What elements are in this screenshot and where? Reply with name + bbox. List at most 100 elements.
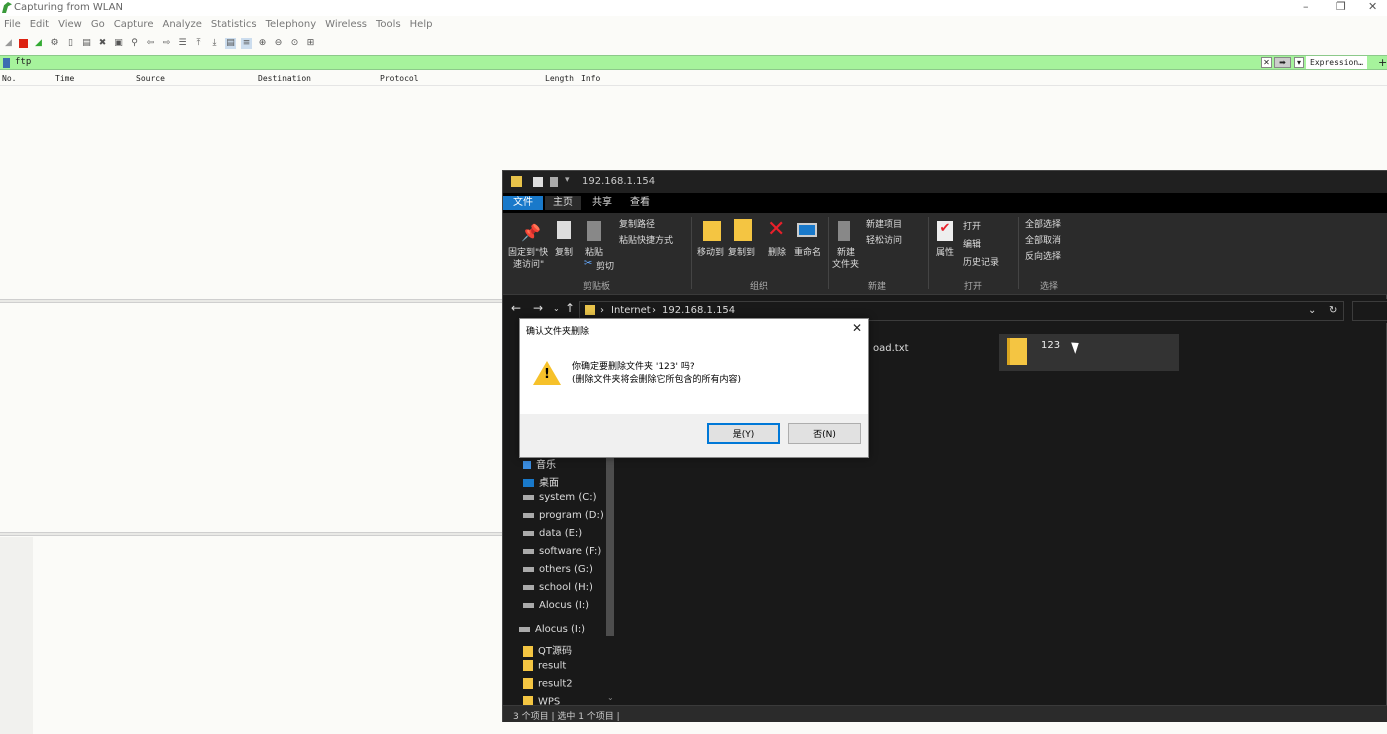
scroll-down-icon[interactable]: ⌄ — [607, 693, 614, 702]
display-filter-input[interactable]: ftp — [15, 57, 31, 67]
breadcrumb-host[interactable]: 192.168.1.154 — [662, 305, 735, 316]
menu-go[interactable]: Go — [91, 17, 105, 33]
edit-button[interactable]: 编辑 — [963, 239, 981, 251]
menu-telephony[interactable]: Telephony — [266, 17, 317, 33]
move-to-button[interactable]: 移动到 — [697, 247, 724, 259]
menu-statistics[interactable]: Statistics — [211, 17, 257, 33]
new-item-button[interactable]: 新建项目 — [866, 219, 902, 231]
tab-view[interactable]: 查看 — [630, 196, 650, 210]
copy-button[interactable]: 复制 — [555, 247, 573, 259]
quick-new-folder-icon[interactable] — [550, 177, 558, 187]
forward-icon[interactable]: → — [533, 301, 543, 315]
stop-capture-icon[interactable] — [19, 39, 28, 48]
tab-file[interactable]: 文件 — [503, 196, 543, 210]
invert-selection-button[interactable]: 反向选择 — [1025, 251, 1061, 263]
column-source[interactable]: Source — [136, 74, 165, 83]
easy-access-button[interactable]: 轻松访问 — [866, 235, 902, 247]
select-none-button[interactable]: 全部取消 — [1025, 235, 1061, 247]
nav-item[interactable]: program (D:) — [523, 510, 604, 521]
reload-icon[interactable]: ▣ — [113, 38, 124, 49]
nav-item[interactable]: Alocus (I:) — [519, 624, 585, 635]
nav-item[interactable]: result — [523, 660, 566, 672]
resize-columns-icon[interactable]: ⊞ — [305, 38, 316, 49]
quick-access-dropdown-icon[interactable]: ▾ — [565, 175, 570, 185]
go-to-packet-icon[interactable]: ☰ — [177, 38, 188, 49]
address-dropdown-icon[interactable]: ⌄ — [1308, 305, 1316, 316]
first-packet-icon[interactable]: ⤒ — [193, 38, 204, 49]
folder-item-selected[interactable]: 123 — [999, 334, 1179, 371]
menu-wireless[interactable]: Wireless — [325, 17, 367, 33]
pin-quick-access-label-2[interactable]: 速访问" — [513, 259, 544, 271]
no-button[interactable]: 否(N) — [788, 423, 861, 444]
breadcrumb-internet[interactable]: Internet — [611, 305, 651, 316]
go-forward-icon[interactable]: ⇨ — [161, 38, 172, 49]
nav-item[interactable]: QT源码 — [523, 642, 572, 657]
pane-splitter-top[interactable] — [0, 299, 502, 303]
nav-item[interactable]: software (F:) — [523, 546, 601, 557]
bookmark-icon[interactable] — [3, 58, 10, 68]
normal-size-icon[interactable]: ⊙ — [289, 38, 300, 49]
menu-view[interactable]: View — [58, 17, 82, 33]
minimize-icon[interactable]: – — [1303, 0, 1309, 13]
nav-item[interactable]: data (E:) — [523, 528, 582, 539]
close-icon[interactable]: ✕ — [852, 321, 862, 335]
properties-button[interactable]: 属性 — [936, 247, 954, 259]
apply-filter-icon[interactable]: ➡ — [1274, 57, 1291, 68]
menu-capture[interactable]: Capture — [114, 17, 154, 33]
restart-capture-icon[interactable]: ◢ — [33, 38, 44, 49]
column-time[interactable]: Time — [55, 74, 74, 83]
close-file-icon[interactable]: ✖ — [97, 38, 108, 49]
restore-icon[interactable]: ❐ — [1336, 0, 1346, 13]
go-back-icon[interactable]: ⇦ — [145, 38, 156, 49]
nav-item[interactable]: system (C:) — [523, 492, 597, 503]
pane-splitter-bottom[interactable] — [0, 532, 502, 536]
quick-properties-icon[interactable] — [533, 177, 543, 187]
capture-options-icon[interactable]: ⚙ — [49, 38, 60, 49]
tab-share[interactable]: 共享 — [592, 196, 612, 210]
nav-item[interactable]: Alocus (I:) — [523, 600, 589, 611]
start-capture-icon[interactable]: ◢ — [3, 38, 14, 49]
select-all-button[interactable]: 全部选择 — [1025, 219, 1061, 231]
nav-item[interactable]: 音乐 — [523, 456, 556, 471]
column-no[interactable]: No. — [2, 74, 16, 83]
history-button[interactable]: 历史记录 — [963, 257, 999, 269]
refresh-icon[interactable]: ↻ — [1329, 305, 1337, 316]
column-length[interactable]: Length — [545, 74, 574, 83]
up-icon[interactable]: ↑ — [565, 301, 575, 315]
clear-filter-icon[interactable]: ✕ — [1261, 57, 1272, 68]
autoscroll-icon[interactable]: ▤ — [225, 38, 236, 49]
find-packet-icon[interactable]: ⚲ — [129, 38, 140, 49]
nav-item[interactable]: result2 — [523, 678, 573, 690]
open-button[interactable]: 打开 — [963, 221, 981, 233]
nav-item[interactable]: school (H:) — [523, 582, 593, 593]
copy-to-button[interactable]: 复制到 — [728, 247, 755, 259]
zoom-in-icon[interactable]: ⊕ — [257, 38, 268, 49]
nav-item[interactable]: 桌面 — [523, 474, 559, 489]
column-protocol[interactable]: Protocol — [380, 74, 419, 83]
close-icon[interactable]: ✕ — [1368, 0, 1377, 13]
paste-shortcut-button[interactable]: 粘贴快捷方式 — [619, 235, 673, 247]
search-input[interactable] — [1352, 301, 1387, 321]
new-folder-label-1[interactable]: 新建 — [837, 247, 855, 259]
pin-quick-access-label-1[interactable]: 固定到"快 — [508, 247, 548, 259]
new-folder-label-2[interactable]: 文件夹 — [832, 259, 859, 271]
rename-button[interactable]: 重命名 — [794, 247, 821, 259]
zoom-out-icon[interactable]: ⊖ — [273, 38, 284, 49]
column-info[interactable]: Info — [581, 74, 600, 83]
back-icon[interactable]: ← — [511, 301, 521, 315]
add-filter-button[interactable]: + — [1378, 56, 1387, 69]
tab-home[interactable]: 主页 — [545, 196, 581, 210]
filter-dropdown-icon[interactable]: ▾ — [1294, 57, 1304, 68]
menu-edit[interactable]: Edit — [30, 17, 49, 33]
expression-button[interactable]: Expression… — [1306, 56, 1367, 69]
nav-item[interactable]: others (G:) — [523, 564, 593, 575]
last-packet-icon[interactable]: ⤓ — [209, 38, 220, 49]
menu-tools[interactable]: Tools — [376, 17, 401, 33]
cut-button[interactable]: 剪切 — [596, 261, 614, 273]
file-item-txt[interactable]: oad.txt — [873, 343, 909, 354]
copy-path-button[interactable]: 复制路径 — [619, 219, 655, 231]
menu-help[interactable]: Help — [410, 17, 433, 33]
open-file-icon[interactable]: ▯ — [65, 38, 76, 49]
yes-button[interactable]: 是(Y) — [707, 423, 780, 444]
menu-file[interactable]: File — [4, 17, 21, 33]
